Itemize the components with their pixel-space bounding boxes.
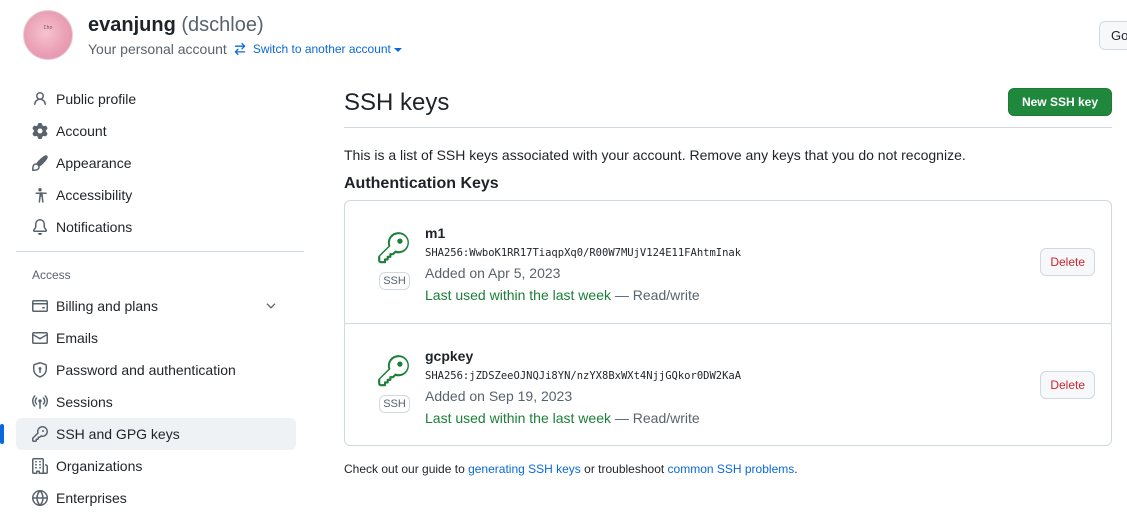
settings-header: Cho evanjung (dschloe) Your personal acc… (0, 0, 1127, 70)
avatar-text: Cho (43, 25, 53, 31)
sidebar-item-ssh-gpg-keys[interactable]: SSH and GPG keys (0, 418, 296, 450)
organization-icon (32, 458, 48, 474)
sidebar-item-label: Sessions (56, 394, 113, 410)
key-fingerprint: SHA256:WwboK1RR17TiaqpXq0/R00W7MUjV124E1… (425, 247, 742, 259)
settings-sidebar: Public profile Account Appearance Access… (0, 83, 304, 513)
key-last-used: Last used within the last week (425, 287, 611, 303)
delete-key-button[interactable]: Delete (1040, 248, 1095, 276)
delete-key-button[interactable]: Delete (1040, 371, 1095, 399)
avatar[interactable]: Cho (23, 10, 73, 60)
sidebar-item-label: Appearance (56, 155, 132, 171)
globe-icon (32, 490, 48, 506)
sidebar-item-label: Emails (56, 330, 99, 346)
user-handle: (dschloe) (181, 14, 264, 36)
section-title: Authentication Keys (344, 175, 499, 192)
sidebar-item-label: Organizations (56, 458, 143, 474)
page-title-row: SSH keys New SSH key (344, 83, 1112, 128)
key-added-date: Added on Sep 19, 2023 (425, 388, 573, 404)
sidebar-item-organizations[interactable]: Organizations (16, 450, 304, 482)
sidebar-item-label: Accessibility (56, 187, 133, 203)
sidebar-item-label: Enterprises (56, 490, 127, 506)
sidebar-item-label: Account (56, 123, 107, 139)
key-icon (378, 355, 409, 387)
gear-icon (32, 123, 48, 139)
sidebar-item-notifications[interactable]: Notifications (16, 211, 304, 243)
arrow-switch-icon (234, 42, 246, 56)
sidebar-item-label: Notifications (56, 219, 133, 235)
key-access: — Read/write (611, 410, 700, 426)
ssh-keys-panel: SSH keys New SSH key This is a list of S… (344, 83, 1112, 476)
sidebar-item-label: SSH and GPG keys (56, 426, 180, 442)
key-access: — Read/write (611, 287, 700, 303)
switch-account-link[interactable]: Switch to another account (233, 42, 402, 56)
sidebar-item-label: Password and authentication (56, 362, 236, 378)
sidebar-item-account[interactable]: Account (16, 115, 304, 147)
sidebar-item-accessibility[interactable]: Accessibility (16, 179, 304, 211)
sidebar-item-label: Billing and plans (56, 298, 158, 314)
sidebar-heading-access: Access (32, 268, 71, 282)
key-title: gcpkey (425, 348, 474, 364)
key-icon (32, 426, 48, 442)
paintbrush-icon (32, 155, 48, 171)
sidebar-item-billing[interactable]: Billing and plans (16, 290, 304, 322)
sidebar-item-sessions[interactable]: Sessions (16, 386, 304, 418)
user-name: evanjung (dschloe) (88, 14, 264, 37)
broadcast-icon (32, 395, 48, 409)
sidebar-item-emails[interactable]: Emails (16, 322, 304, 354)
key-usage: Last used within the last week — Read/wr… (425, 287, 700, 303)
sidebar-item-appearance[interactable]: Appearance (16, 147, 304, 179)
credit-card-icon (32, 300, 48, 312)
user-login: evanjung (88, 14, 176, 36)
ssh-badge: SSH (379, 272, 410, 290)
new-ssh-key-button[interactable]: New SSH key (1007, 88, 1112, 116)
key-usage: Last used within the last week — Read/wr… (425, 410, 700, 426)
sidebar-divider (16, 251, 304, 252)
go-to-profile-button[interactable]: Go to your personal profile (1099, 21, 1127, 50)
keys-list: SSH m1 SHA256:WwboK1RR17TiaqpXq0/R00W7MU… (344, 200, 1112, 446)
sidebar-item-label: Public profile (56, 91, 137, 107)
intro-text: This is a list of SSH keys associated wi… (344, 147, 966, 163)
sidebar-item-password-authentication[interactable]: Password and authentication (16, 354, 304, 386)
page-title: SSH keys (344, 89, 450, 116)
common-ssh-problems-link[interactable]: common SSH problems (668, 462, 795, 476)
key-title: m1 (425, 225, 446, 241)
bell-icon (32, 219, 47, 235)
shield-lock-icon (33, 362, 47, 378)
ssh-badge: SSH (379, 395, 410, 413)
help-note: Check out our guide to generating SSH ke… (344, 462, 1112, 476)
help-middle: or troubleshoot (580, 462, 668, 476)
account-label: Your personal account (88, 41, 227, 57)
chevron-down-icon[interactable] (264, 299, 278, 313)
key-icon (378, 232, 409, 264)
help-prefix: Check out our guide to (344, 462, 469, 476)
accessibility-icon (35, 188, 47, 203)
mail-icon (32, 332, 48, 344)
key-last-used: Last used within the last week (425, 410, 611, 426)
caret-down-icon (393, 47, 402, 52)
help-suffix: . (794, 462, 798, 476)
person-icon (34, 92, 46, 106)
account-context: Your personal account Switch to another … (88, 41, 402, 57)
sidebar-item-public-profile[interactable]: Public profile (16, 83, 304, 115)
key-fingerprint: SHA256:jZDSZeeOJNQJi8YN/nzYX8BxWXt4NjjGQ… (425, 370, 742, 382)
key-added-date: Added on Apr 5, 2023 (425, 265, 561, 281)
switch-account-label: Switch to another account (252, 42, 391, 56)
list-item: SSH m1 SHA256:WwboK1RR17TiaqpXq0/R00W7MU… (345, 201, 1111, 323)
sidebar-item-enterprises[interactable]: Enterprises (16, 482, 304, 513)
list-item: SSH gcpkey SHA256:jZDSZeeOJNQJi8YN/nzYX8… (345, 323, 1111, 445)
generating-ssh-keys-link[interactable]: generating SSH keys (468, 462, 581, 476)
